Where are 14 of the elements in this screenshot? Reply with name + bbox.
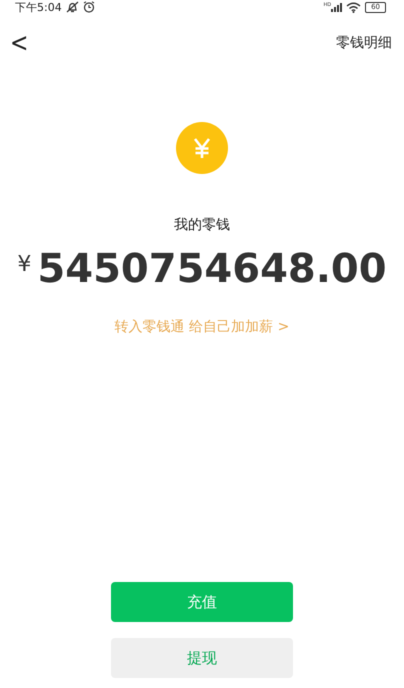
mute-icon [66, 1, 79, 13]
balance-amount: 5450754648.00 [37, 246, 387, 292]
back-button[interactable]: < [6, 28, 32, 58]
coin-icon [176, 122, 228, 174]
promo-link[interactable]: 转入零钱通 给自己加加薪 > [114, 318, 290, 336]
top-up-button[interactable]: 充值 [111, 582, 293, 622]
status-time: 下午5:04 [15, 0, 62, 14]
signal-icon [331, 2, 342, 12]
withdraw-button[interactable]: 提现 [111, 638, 293, 678]
balance-label: 我的零钱 [174, 216, 230, 234]
alarm-icon [82, 1, 95, 13]
currency-symbol: ¥ [17, 252, 32, 277]
wifi-icon [346, 2, 362, 12]
details-link[interactable]: 零钱明细 [332, 34, 396, 52]
